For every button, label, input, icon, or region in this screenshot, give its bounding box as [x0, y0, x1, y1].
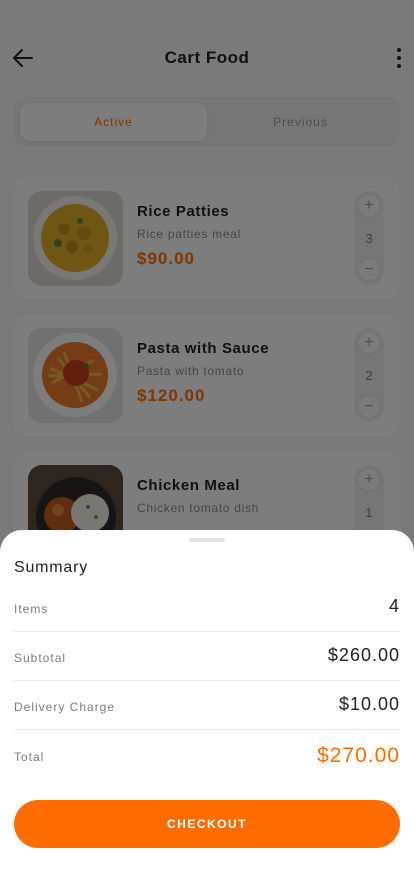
drag-handle[interactable] [189, 538, 225, 542]
delivery-label: Delivery Charge [14, 700, 116, 714]
checkout-button[interactable]: CHECKOUT [14, 800, 400, 848]
summary-row-items: Items 4 [14, 584, 400, 632]
delivery-value: $10.00 [338, 694, 400, 714]
summary-row-total: Total $270.00 [14, 732, 400, 780]
total-label: Total [14, 750, 45, 764]
summary-title: Summary [14, 559, 89, 576]
summary-row-delivery: Delivery Charge $10.00 [14, 682, 400, 730]
summary-sheet: Summary Items 4 Subtotal $260.00 Deliver… [0, 530, 414, 896]
total-value: $270.00 [317, 744, 400, 767]
cart-screen: Cart Food Active Previous Rice Patt [0, 0, 414, 896]
items-value: 4 [388, 596, 400, 616]
items-label: Items [14, 602, 49, 616]
summary-row-subtotal: Subtotal $260.00 [14, 633, 400, 681]
subtotal-label: Subtotal [14, 651, 67, 665]
subtotal-value: $260.00 [327, 645, 400, 665]
